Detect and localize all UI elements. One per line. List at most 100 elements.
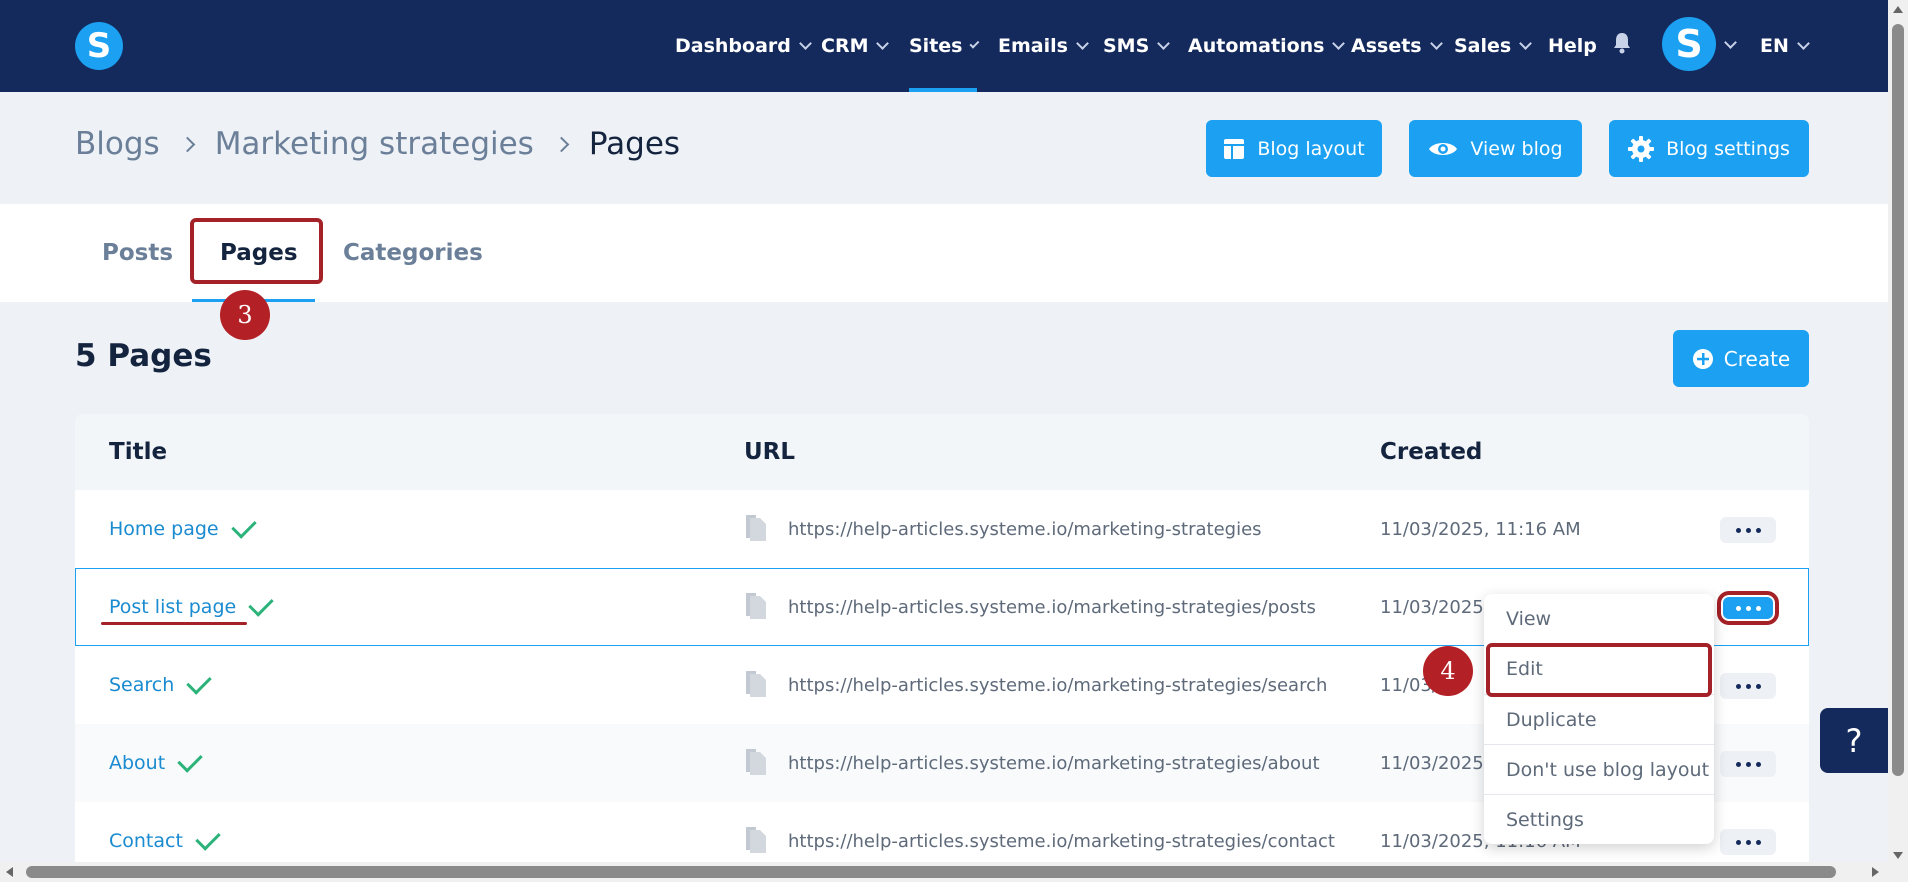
table-row: Home page https://help-articles.systeme.… bbox=[75, 490, 1809, 568]
blog-settings-button[interactable]: Blog settings bbox=[1609, 120, 1809, 177]
breadcrumb-blogs[interactable]: Blogs bbox=[75, 126, 160, 162]
view-blog-label: View blog bbox=[1470, 137, 1563, 160]
copy-icon[interactable] bbox=[744, 514, 768, 542]
page-title-link[interactable]: Home page bbox=[109, 490, 257, 568]
tab-categories[interactable]: Categories bbox=[343, 204, 483, 302]
nav-item-help[interactable]: Help bbox=[1548, 0, 1597, 92]
bell-icon[interactable] bbox=[1612, 32, 1632, 54]
blog-layout-button[interactable]: Blog layout bbox=[1206, 120, 1382, 177]
chevron-right-icon bbox=[179, 136, 195, 152]
copy-icon[interactable] bbox=[744, 670, 768, 698]
top-navigation-bar: S Dashboard CRM Sites Emails SMS Automat… bbox=[0, 0, 1888, 92]
view-blog-button[interactable]: View blog bbox=[1409, 120, 1582, 177]
gear-icon bbox=[1628, 135, 1655, 162]
page-title-link[interactable]: Contact bbox=[109, 802, 221, 864]
breadcrumb-marketing-strategies[interactable]: Marketing strategies bbox=[215, 126, 534, 162]
more-actions-button[interactable] bbox=[1720, 751, 1776, 777]
chevron-down-icon bbox=[799, 36, 812, 50]
menu-item-dont-use-blog-layout[interactable]: Don't use blog layout bbox=[1484, 744, 1714, 794]
nav-item-emails[interactable]: Emails bbox=[998, 0, 1089, 92]
dot bbox=[1735, 839, 1741, 845]
user-avatar[interactable]: S bbox=[1662, 17, 1716, 71]
scroll-down-arrow-icon[interactable] bbox=[1893, 852, 1903, 859]
page-title-link[interactable]: Post list page bbox=[109, 568, 274, 646]
tab-label: Categories bbox=[343, 240, 483, 266]
dot bbox=[1745, 527, 1751, 533]
language-selector[interactable]: EN bbox=[1760, 0, 1810, 92]
more-actions-button[interactable] bbox=[1720, 673, 1776, 699]
page-title-text: Home page bbox=[109, 518, 219, 540]
nav-item-label: Sales bbox=[1454, 35, 1512, 57]
dot bbox=[1745, 605, 1751, 611]
page-title-text: About bbox=[109, 752, 166, 774]
nav-item-sms[interactable]: SMS bbox=[1103, 0, 1171, 92]
page-title-text: Post list page bbox=[109, 596, 237, 618]
nav-item-sites[interactable]: Sites bbox=[909, 0, 980, 92]
check-icon bbox=[177, 747, 203, 773]
more-actions-button[interactable] bbox=[1720, 517, 1776, 543]
menu-item-duplicate[interactable]: Duplicate bbox=[1484, 694, 1714, 744]
nav-item-crm[interactable]: CRM bbox=[821, 0, 890, 92]
eye-icon bbox=[1429, 142, 1458, 155]
menu-item-view[interactable]: View bbox=[1484, 594, 1714, 644]
chevron-right-icon bbox=[553, 136, 570, 152]
plus-circle-icon bbox=[1692, 348, 1713, 369]
scroll-up-arrow-icon[interactable] bbox=[1893, 6, 1903, 13]
page-title-text: Contact bbox=[109, 830, 183, 852]
dot bbox=[1735, 605, 1741, 611]
nav-item-sales[interactable]: Sales bbox=[1454, 0, 1533, 92]
nav-item-automations[interactable]: Automations bbox=[1188, 0, 1346, 92]
language-label: EN bbox=[1760, 35, 1789, 57]
dot bbox=[1735, 683, 1741, 689]
horizontal-scrollbar-thumb[interactable] bbox=[26, 866, 1836, 878]
create-button[interactable]: Create bbox=[1673, 330, 1809, 387]
page-url: https://help-articles.systeme.io/marketi… bbox=[788, 752, 1320, 774]
dot bbox=[1735, 761, 1741, 767]
nav-item-label: SMS bbox=[1103, 35, 1150, 57]
check-icon bbox=[230, 513, 257, 539]
blog-layout-label: Blog layout bbox=[1257, 137, 1365, 160]
nav-item-label: CRM bbox=[821, 35, 869, 57]
table-header: Title URL Created bbox=[75, 414, 1809, 490]
chevron-down-icon[interactable] bbox=[1724, 36, 1737, 49]
nav-item-label: Dashboard bbox=[675, 35, 791, 57]
highlight-box-edit bbox=[1486, 643, 1712, 697]
column-header-created: Created bbox=[1380, 439, 1483, 465]
nav-item-label: Automations bbox=[1188, 35, 1325, 57]
menu-item-settings[interactable]: Settings bbox=[1484, 794, 1714, 844]
chevron-down-icon bbox=[1076, 36, 1089, 50]
dot bbox=[1745, 839, 1751, 845]
dot bbox=[1755, 605, 1761, 611]
tab-label: Posts bbox=[102, 240, 174, 266]
create-label: Create bbox=[1723, 346, 1791, 371]
chevron-down-icon bbox=[969, 38, 980, 48]
column-header-title: Title bbox=[109, 439, 168, 465]
nav-item-dashboard[interactable]: Dashboard bbox=[675, 0, 812, 92]
page-url: https://help-articles.systeme.io/marketi… bbox=[788, 596, 1316, 618]
page-created-date: 11/03/2025, 11:16 AM bbox=[1380, 518, 1581, 540]
annotation-underline bbox=[101, 622, 247, 625]
step-marker-3: 3 bbox=[220, 290, 270, 340]
check-icon bbox=[195, 825, 221, 851]
scroll-right-arrow-icon[interactable] bbox=[1872, 867, 1879, 877]
more-actions-button[interactable] bbox=[1720, 829, 1776, 855]
chevron-down-icon bbox=[1332, 36, 1346, 50]
page-title-link[interactable]: About bbox=[109, 724, 203, 802]
vertical-scrollbar-thumb[interactable] bbox=[1892, 24, 1904, 776]
page-title-text: Search bbox=[109, 674, 175, 696]
tab-posts[interactable]: Posts bbox=[102, 204, 173, 302]
more-actions-button-active[interactable] bbox=[1717, 591, 1779, 625]
scroll-left-arrow-icon[interactable] bbox=[6, 867, 13, 877]
copy-icon[interactable] bbox=[744, 592, 768, 620]
dot bbox=[1755, 839, 1761, 845]
systeme-logo[interactable]: S bbox=[75, 22, 123, 70]
help-button[interactable]: ? bbox=[1820, 708, 1888, 773]
highlight-box-pages-tab bbox=[190, 218, 323, 284]
page-title-link[interactable]: Search bbox=[109, 646, 213, 724]
copy-icon[interactable] bbox=[744, 748, 768, 776]
chevron-down-icon bbox=[1429, 36, 1443, 50]
page-url: https://help-articles.systeme.io/marketi… bbox=[788, 674, 1328, 696]
copy-icon[interactable] bbox=[744, 826, 768, 854]
nav-item-assets[interactable]: Assets bbox=[1351, 0, 1443, 92]
check-icon bbox=[248, 591, 274, 617]
